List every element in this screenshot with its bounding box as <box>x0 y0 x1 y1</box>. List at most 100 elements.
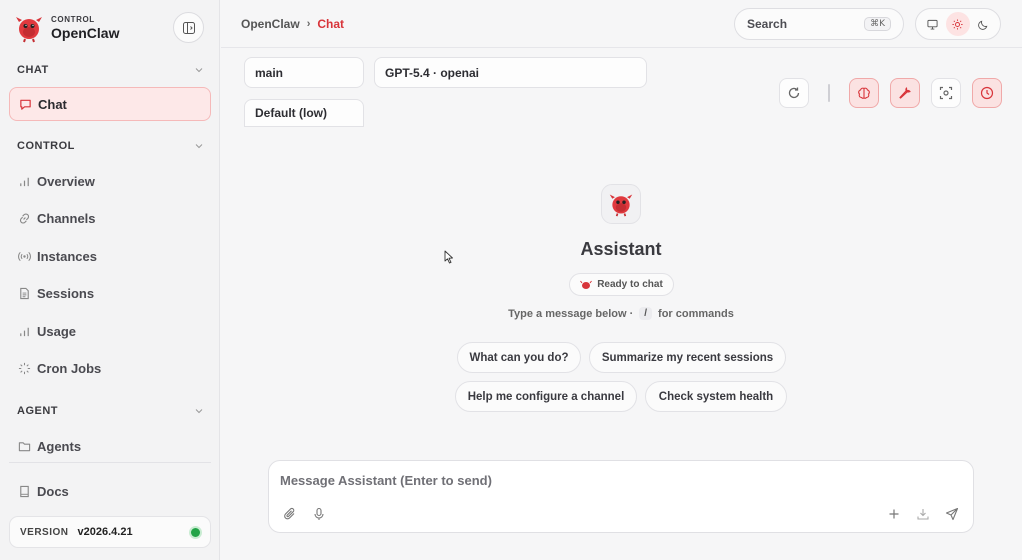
mouse-cursor-icon <box>444 250 453 264</box>
monitor-icon <box>927 19 938 30</box>
lobster-mini-icon <box>580 280 593 289</box>
openclaw-logo-icon <box>16 17 42 43</box>
message-composer <box>268 460 974 533</box>
sidebar-item-agents[interactable]: Agents <box>9 429 211 463</box>
lobster-mascot-icon <box>609 194 633 217</box>
suggestion-label: What can you do? <box>469 351 569 364</box>
bar-chart-icon <box>20 177 29 186</box>
send-icon <box>945 507 959 521</box>
theme-dark-button[interactable] <box>971 12 995 36</box>
hint-before: Type a message below · <box>508 307 634 320</box>
new-chat-button[interactable] <box>885 505 903 523</box>
theme-system-button[interactable] <box>921 12 945 36</box>
command-hint: Type a message below · / for commands <box>471 307 771 320</box>
status-badge: Ready to chat <box>569 273 674 296</box>
version-value: v2026.4.21 <box>77 526 133 538</box>
moon-icon <box>978 20 988 30</box>
sidebar-item-label: Docs <box>37 483 69 499</box>
export-button[interactable] <box>914 505 932 523</box>
sidebar-item-instances[interactable]: Instances <box>9 239 211 273</box>
session-select[interactable]: main <box>244 57 364 88</box>
sidebar-item-overview[interactable]: Overview <box>9 164 211 198</box>
message-input[interactable] <box>280 471 960 489</box>
toolbar-separator <box>828 84 830 102</box>
sidebar-item-label: Overview <box>37 173 95 189</box>
refresh-icon <box>788 87 800 99</box>
version-label: VERSION <box>20 526 69 538</box>
history-toggle-button[interactable] <box>972 78 1002 108</box>
status-text: Ready to chat <box>597 279 663 290</box>
attach-button[interactable] <box>281 505 299 523</box>
sidebar: CONTROL OpenClaw CHAT Chat CONTROL Overv… <box>0 0 220 560</box>
brand-name: OpenClaw <box>51 25 120 41</box>
section-agent-header[interactable]: AGENT <box>17 405 203 417</box>
chevron-down-icon <box>195 68 203 73</box>
sidebar-divider <box>9 462 211 463</box>
version-badge: VERSION v2026.4.21 <box>9 516 211 548</box>
book-icon <box>20 485 29 497</box>
brand[interactable]: CONTROL OpenClaw <box>14 10 119 46</box>
breadcrumb-current: Chat <box>317 17 345 31</box>
suggestion-label: Help me configure a channel <box>467 390 625 403</box>
section-chat-header[interactable]: CHAT <box>17 64 203 76</box>
suggestion-chip[interactable]: Help me configure a channel <box>455 381 637 412</box>
suggestion-chip[interactable]: What can you do? <box>457 342 581 373</box>
document-icon <box>20 287 29 299</box>
section-title: AGENT <box>17 405 58 417</box>
assistant-avatar <box>601 184 641 224</box>
sidebar-item-chat[interactable]: Chat <box>9 87 211 121</box>
sidebar-panel-icon <box>182 21 195 34</box>
sidebar-item-label: Agents <box>37 438 82 454</box>
clock-icon <box>980 86 994 100</box>
collapse-sidebar-button[interactable] <box>173 12 204 43</box>
sidebar-item-channels[interactable]: Channels <box>9 201 211 235</box>
wrench-icon <box>899 87 911 99</box>
focus-button[interactable] <box>931 78 961 108</box>
folder-icon <box>18 441 31 451</box>
theme-switcher <box>915 8 1001 40</box>
chevron-down-icon <box>195 409 203 414</box>
send-button[interactable] <box>943 505 961 523</box>
sidebar-item-cron-jobs[interactable]: Cron Jobs <box>9 351 211 385</box>
status-dot-icon <box>191 527 200 537</box>
sidebar-item-label: Sessions <box>37 285 95 301</box>
model-value: GPT-5.4 · openai <box>385 65 480 80</box>
suggestion-chip[interactable]: Summarize my recent sessions <box>589 342 786 373</box>
sidebar-item-docs[interactable]: Docs <box>9 474 211 508</box>
chat-bubble-icon <box>20 99 31 110</box>
bar-chart-icon <box>20 327 29 336</box>
thinking-select[interactable]: Default (low) <box>244 99 364 127</box>
brain-toggle-button[interactable] <box>849 78 879 108</box>
sidebar-item-usage[interactable]: Usage <box>9 314 211 348</box>
radio-icon <box>18 251 31 261</box>
breadcrumb-root[interactable]: OpenClaw <box>241 17 300 31</box>
sun-icon <box>952 18 964 30</box>
voice-button[interactable] <box>310 505 328 523</box>
section-title: CONTROL <box>17 140 75 152</box>
sidebar-item-label: Instances <box>37 248 97 264</box>
search-shortcut: ⌘K <box>864 17 891 31</box>
session-value: main <box>255 65 284 80</box>
theme-light-button[interactable] <box>945 12 970 36</box>
brand-subtitle: CONTROL <box>51 15 95 24</box>
link-icon <box>19 212 30 224</box>
hint-after: for commands <box>658 307 734 320</box>
microphone-icon <box>314 507 324 520</box>
tools-toggle-button[interactable] <box>890 78 920 108</box>
search-label: Search <box>747 17 788 31</box>
suggestion-chip[interactable]: Check system health <box>645 381 787 412</box>
refresh-button[interactable] <box>779 78 809 108</box>
sidebar-item-label: Cron Jobs <box>37 360 102 376</box>
hint-key: / <box>639 307 653 320</box>
chevron-down-icon <box>195 144 203 149</box>
search-button[interactable]: Search ⌘K <box>734 8 904 40</box>
thinking-value: Default (low) <box>255 106 327 120</box>
section-title: CHAT <box>17 64 49 76</box>
suggestion-label: Summarize my recent sessions <box>601 351 774 364</box>
paperclip-icon <box>284 507 295 520</box>
topbar: OpenClaw › Chat Search ⌘K <box>221 0 1022 48</box>
model-select[interactable]: GPT-5.4 · openai <box>374 57 647 88</box>
plus-icon <box>889 509 899 519</box>
section-control-header[interactable]: CONTROL <box>17 140 203 152</box>
sidebar-item-sessions[interactable]: Sessions <box>9 276 211 310</box>
